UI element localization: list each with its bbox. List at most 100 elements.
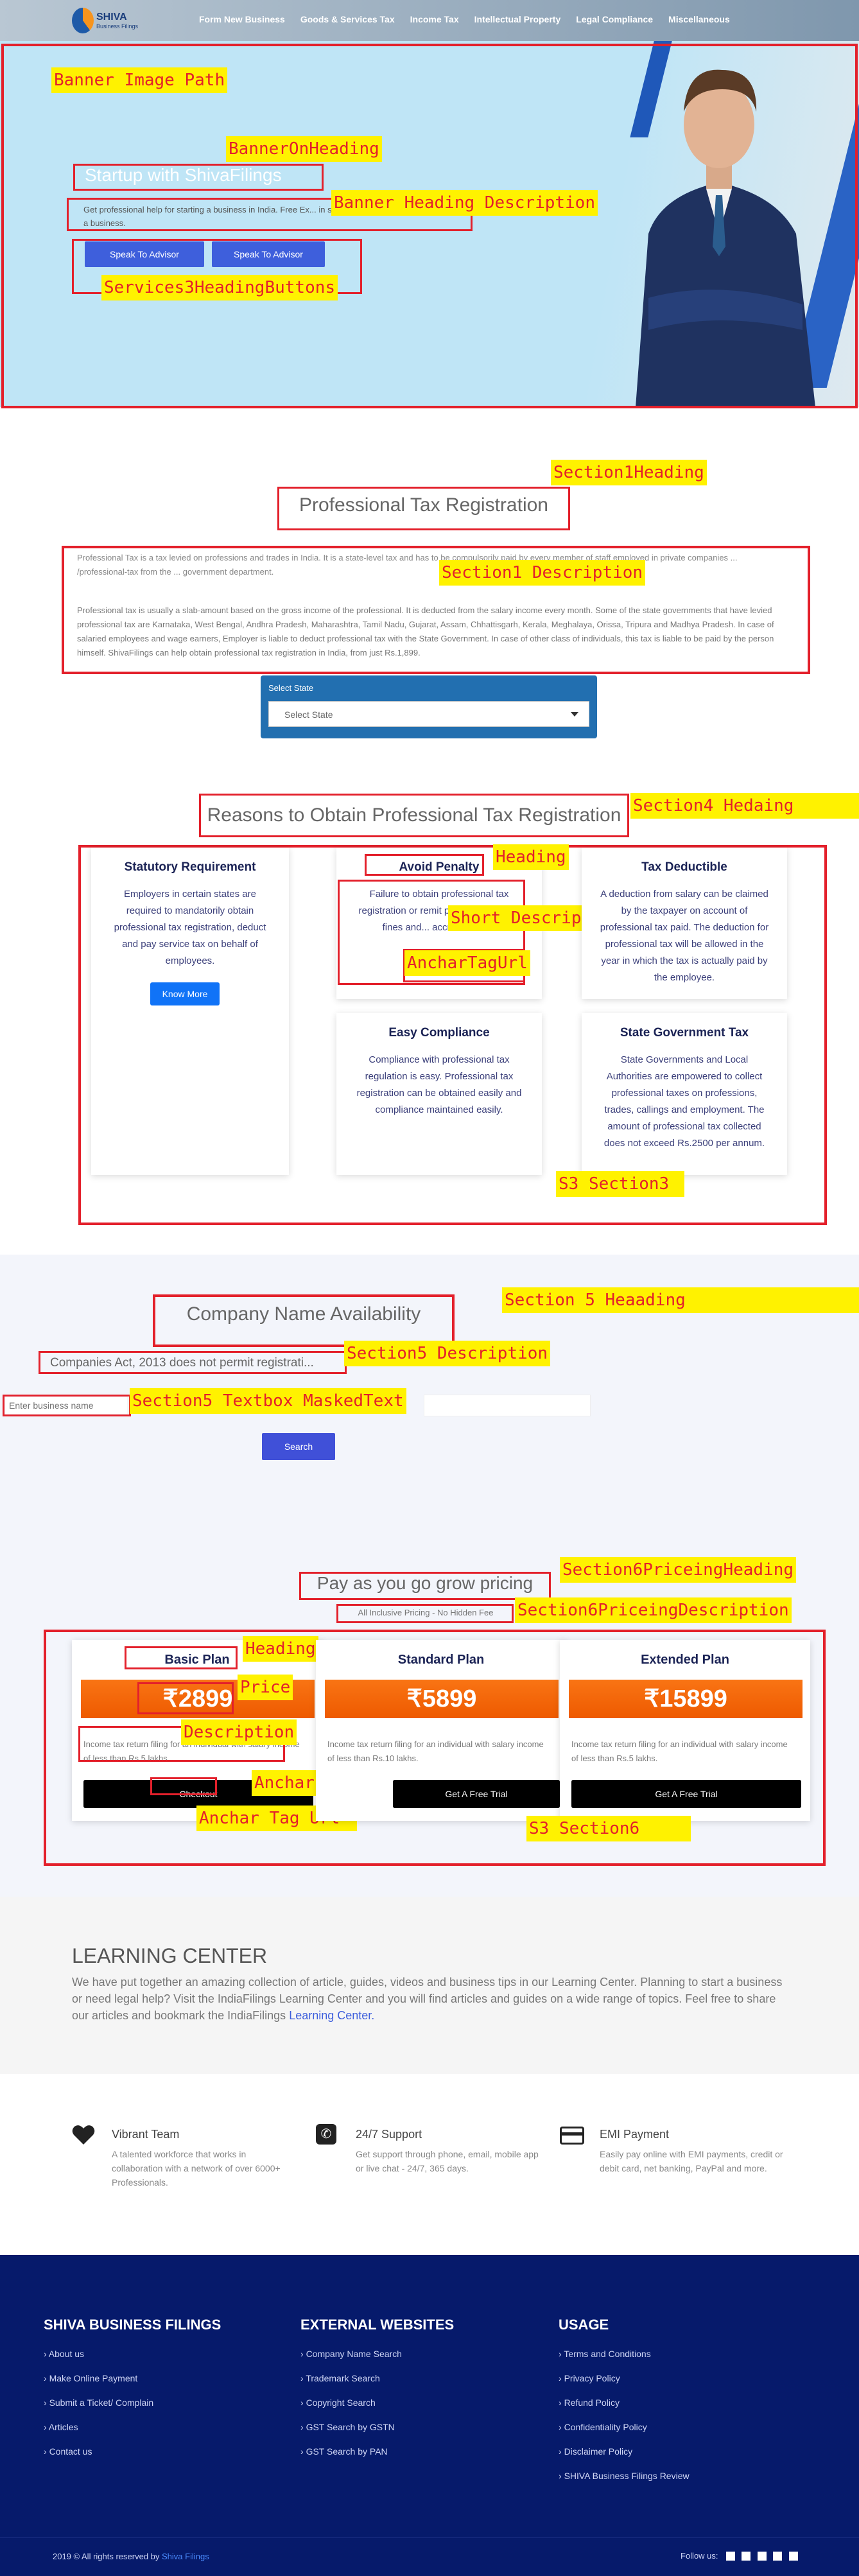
- footer-link[interactable]: › GST Search by GSTN: [300, 2422, 395, 2432]
- annot-label: S3 Section6: [526, 1816, 691, 1841]
- free-trial-button[interactable]: Get A Free Trial: [393, 1780, 560, 1808]
- reason-card: Statutory Requirement Employers in certa…: [91, 848, 289, 1175]
- free-trial-button[interactable]: Get A Free Trial: [571, 1780, 801, 1808]
- pricing-card-standard: Standard Plan ₹5899 Income tax return fi…: [316, 1640, 566, 1821]
- linkedin-icon[interactable]: [757, 2551, 767, 2561]
- footer-link[interactable]: › GST Search by PAN: [300, 2446, 388, 2457]
- plan-description: Income tax return filing for an individu…: [571, 1739, 788, 1763]
- nav-item-legal-compliance[interactable]: Legal Compliance: [576, 14, 653, 24]
- footer-link[interactable]: › Submit a Ticket/ Complain: [44, 2398, 153, 2408]
- state-select-label: Select State: [268, 683, 314, 693]
- reason-card: Tax Deductible A deduction from salary c…: [582, 848, 787, 999]
- annot-label: Heading: [243, 1636, 318, 1662]
- card-text: State Governments and Local Authorities …: [603, 1054, 765, 1149]
- annot-label: Section4 Hedaing: [630, 793, 859, 819]
- feature-support: ✆ 24/7 Support Get support through phone…: [316, 2121, 547, 2205]
- footer-link[interactable]: › Contact us: [44, 2446, 92, 2457]
- footer-link[interactable]: › Privacy Policy: [559, 2373, 620, 2383]
- card-title: State Government Tax: [620, 1026, 749, 1040]
- main-nav: Form New Business Goods & Services Tax I…: [199, 14, 745, 24]
- credit-card-icon: [560, 2127, 584, 2145]
- follow-us: Follow us:: [681, 2550, 798, 2562]
- phone-icon: ✆: [316, 2124, 336, 2145]
- card-text: A deduction from salary can be claimed b…: [600, 889, 769, 983]
- annot-box: [125, 1646, 238, 1669]
- logo-subtitle: Business Filings: [96, 23, 139, 30]
- card-title: Tax Deductible: [641, 860, 727, 874]
- annot-label: Price: [238, 1675, 293, 1700]
- feature-emi: EMI Payment Easily pay online with EMI p…: [560, 2121, 791, 2205]
- annot-box: [1, 44, 858, 408]
- nav-item-form-new-business[interactable]: Form New Business: [199, 14, 285, 24]
- twitter-icon[interactable]: [742, 2551, 751, 2561]
- footer-link[interactable]: › About us: [44, 2349, 84, 2359]
- footer-link[interactable]: › Make Online Payment: [44, 2373, 137, 2383]
- logo-mark-icon: [72, 8, 94, 33]
- section5-description: Companies Act, 2013 does not permit regi…: [50, 1356, 314, 1370]
- reason-card: Easy Compliance Compliance with professi…: [336, 1013, 542, 1175]
- annot-label: Section5 Textbox MaskedText: [130, 1388, 406, 1414]
- annot-label: BannerOnHeading: [226, 136, 382, 162]
- annot-label: Section1 Description: [439, 560, 646, 586]
- feature-text: A talented workforce that works in colla…: [112, 2149, 281, 2188]
- copyright: 2019 © All rights reserved by Shiva Fili…: [53, 2552, 209, 2561]
- logo-title: SHIVA: [96, 12, 127, 22]
- reason-card: State Government Tax State Governments a…: [582, 1013, 787, 1175]
- annot-box: [137, 1682, 234, 1714]
- state-select-value: Select State: [284, 709, 333, 720]
- top-navbar: SHIVA Business Filings Form New Business…: [0, 0, 859, 41]
- footer-link[interactable]: › Confidentiality Policy: [559, 2422, 647, 2432]
- card-title: Easy Compliance: [388, 1026, 490, 1040]
- section1-paragraph-2: Professional tax is usually a slab-amoun…: [77, 605, 774, 657]
- chevron-down-icon: [571, 712, 578, 717]
- card-title: Statutory Requirement: [124, 860, 256, 874]
- section1-paragraph-1: Professional Tax is a tax levied on prof…: [77, 553, 738, 577]
- youtube-icon[interactable]: [773, 2551, 783, 2561]
- know-more-button[interactable]: Know More: [150, 982, 220, 1005]
- rss-icon[interactable]: [788, 2551, 798, 2561]
- plan-price: ₹15899: [569, 1680, 803, 1718]
- nav-item-miscellaneous[interactable]: Miscellaneous: [668, 14, 730, 24]
- section4-title: Reasons to Obtain Professional Tax Regis…: [207, 805, 621, 826]
- footer-link[interactable]: › Articles: [44, 2422, 78, 2432]
- learning-center-link[interactable]: Learning Center.: [289, 2009, 374, 2022]
- annot-label: Heading: [493, 844, 569, 870]
- footer-link[interactable]: › Company Name Search: [300, 2349, 402, 2359]
- annot-box: [365, 854, 484, 876]
- annot-label: Section 5 Heaading: [502, 1287, 859, 1313]
- feature-text: Get support through phone, email, mobile…: [356, 2149, 539, 2173]
- footer-col2-title: EXTERNAL WEBSITES: [300, 2317, 455, 2333]
- plan-price: ₹5899: [325, 1680, 559, 1718]
- nav-item-gst[interactable]: Goods & Services Tax: [300, 14, 395, 24]
- copyright-link[interactable]: Shiva Filings: [162, 2552, 209, 2561]
- annot-label: AncharTagUrl: [404, 950, 530, 976]
- annot-label: Section5 Description: [344, 1341, 551, 1366]
- nav-item-intellectual-property[interactable]: Intellectual Property: [474, 14, 561, 24]
- site-logo[interactable]: SHIVA Business Filings: [72, 5, 149, 36]
- footer-link[interactable]: › Copyright Search: [300, 2398, 376, 2408]
- section1-title: Professional Tax Registration: [299, 494, 548, 516]
- feature-title: 24/7 Support: [356, 2128, 422, 2141]
- footer-link[interactable]: › Disclaimer Policy: [559, 2446, 632, 2457]
- annot-label: Description: [181, 1719, 297, 1745]
- state-select-panel: Select State Select State: [261, 675, 597, 738]
- card-text: Compliance with professional tax regulat…: [356, 1054, 522, 1115]
- footer-link[interactable]: › Refund Policy: [559, 2398, 620, 2408]
- search-button[interactable]: Search: [262, 1433, 335, 1460]
- annot-label: Section6PriceingHeading: [560, 1557, 797, 1583]
- site-footer: SHIVA BUSINESS FILINGS › About us › Make…: [0, 2255, 859, 2576]
- feature-title: EMI Payment: [600, 2128, 670, 2141]
- section6-title: Pay as you go grow pricing: [317, 1573, 534, 1593]
- learning-center-text: We have put together an amazing collecti…: [72, 1974, 791, 2024]
- footer-col3-title: USAGE: [559, 2317, 609, 2333]
- footer-link[interactable]: › SHIVA Business Filings Review: [559, 2471, 690, 2481]
- business-name-input[interactable]: [5, 1397, 127, 1414]
- state-select[interactable]: Select State: [268, 701, 589, 727]
- footer-link[interactable]: › Terms and Conditions: [559, 2349, 651, 2359]
- nav-item-income-tax[interactable]: Income Tax: [410, 14, 459, 24]
- section6-description: All Inclusive Pricing - No Hidden Fee: [358, 1608, 494, 1617]
- follow-us-label: Follow us:: [681, 2551, 718, 2561]
- footer-link[interactable]: › Trademark Search: [300, 2373, 380, 2383]
- feature-text: Easily pay online with EMI payments, cre…: [600, 2149, 783, 2173]
- facebook-icon[interactable]: [725, 2551, 735, 2561]
